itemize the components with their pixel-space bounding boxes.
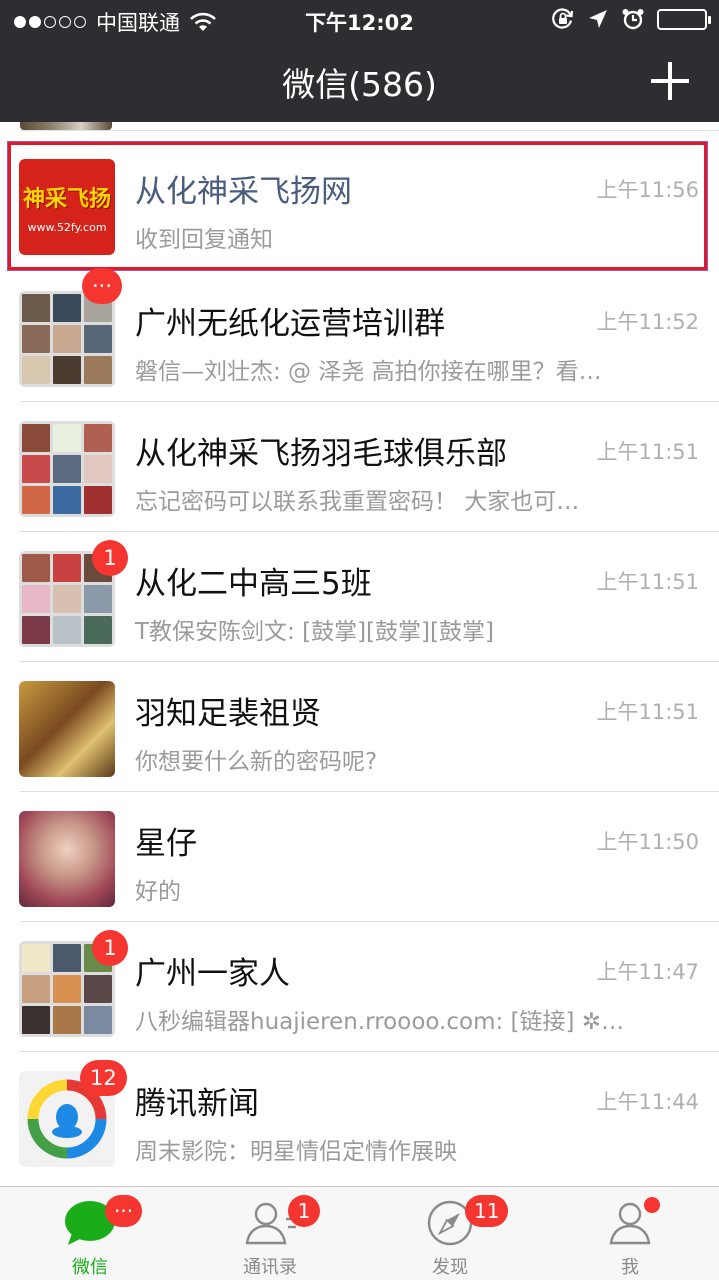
rotation-lock-icon: [552, 8, 574, 29]
chat-row[interactable]: 从化神采飞扬羽毛球俱乐部 忘记密码可以联系我重置密码！ 大家也可… 上午11:5…: [0, 402, 719, 532]
tab-label: 微信: [72, 1257, 108, 1278]
chat-preview: 你想要什么新的密码呢?: [135, 749, 378, 775]
location-icon: [589, 10, 607, 28]
unread-badge: 1: [92, 930, 128, 966]
chat-name: 从化神采飞扬羽毛球俱乐部: [135, 436, 507, 472]
tab-label: 通讯录: [243, 1257, 297, 1278]
unread-badge: ···: [82, 268, 123, 304]
chat-preview: 磐信—刘壮杰: @ 泽尧 高拍你接在哪里？看…: [135, 359, 602, 385]
page-title: 微信(586): [282, 65, 437, 104]
chat-avatar: [19, 811, 115, 907]
tab-badge: 11: [465, 1195, 509, 1227]
tab-badge: 1: [288, 1195, 320, 1227]
nav-bar: 微信(586): [0, 40, 719, 122]
chat-time: 上午11:51: [596, 700, 699, 724]
tab-contacts[interactable]: 1 通讯录: [180, 1187, 360, 1280]
chat-preview: 八秒编辑器huajieren.rroooo.com: [链接] ✲…: [135, 1009, 625, 1035]
status-right: [551, 7, 711, 31]
chat-name: 腾讯新闻: [135, 1086, 259, 1122]
add-plus-icon[interactable]: [651, 62, 689, 100]
status-bar: 中国联通 下午12:02: [0, 0, 719, 40]
chat-avatar: [19, 681, 115, 777]
tab-discover[interactable]: 11 发现: [360, 1187, 540, 1280]
chat-preview: 好的: [135, 879, 181, 905]
chat-name: 广州无纸化运营培训群: [135, 306, 445, 342]
chat-time: 上午11:52: [596, 310, 699, 334]
previous-avatar-peek: [20, 122, 112, 130]
chat-name: 从化二中高三5班: [135, 566, 372, 602]
tab-label: 发现: [432, 1257, 468, 1278]
alarm-icon: [622, 9, 644, 30]
chat-preview: 忘记密码可以联系我重置密码！ 大家也可…: [135, 489, 580, 515]
unread-badge: 1: [92, 540, 128, 576]
chat-row[interactable]: ··· 广州无纸化运营培训群 磐信—刘壮杰: @ 泽尧 高拍你接在哪里？看… 上…: [0, 268, 719, 402]
tab-bar: ··· 微信 1 通讯录 11 发现 我: [0, 1186, 719, 1280]
group-avatar: [19, 291, 115, 387]
tab-label: 我: [621, 1257, 639, 1278]
unread-badge: 12: [80, 1060, 127, 1096]
chat-name: 广州一家人: [135, 956, 290, 992]
chat-name: 星仔: [135, 826, 197, 862]
chat-time: 上午11:50: [596, 830, 699, 854]
chat-time: 上午11:47: [596, 960, 699, 984]
group-avatar: [19, 421, 115, 517]
chat-row[interactable]: 1 广州一家人 八秒编辑器huajieren.rroooo.com: [链接] …: [0, 922, 719, 1052]
tab-badge: ···: [105, 1195, 143, 1227]
chat-preview: T教保安陈剑文: [鼓掌][鼓掌][鼓掌]: [135, 619, 494, 645]
tab-chats[interactable]: ··· 微信: [0, 1187, 180, 1280]
chat-row[interactable]: 12 腾讯新闻 周末影院：明星情侣定情作展映 上午11:44: [0, 1052, 719, 1182]
chat-preview: 周末影院：明星情侣定情作展映: [135, 1139, 457, 1165]
tab-me[interactable]: 我: [540, 1187, 719, 1280]
chat-row[interactable]: 星仔 好的 上午11:50: [0, 792, 719, 922]
divider: [20, 130, 719, 131]
chat-name: 羽知足裴祖贤: [135, 696, 321, 732]
chat-time: 上午11:51: [596, 570, 699, 594]
chat-row[interactable]: 羽知足裴祖贤 你想要什么新的密码呢? 上午11:51: [0, 662, 719, 792]
chat-time: 上午11:51: [596, 440, 699, 464]
tab-red-dot: [644, 1197, 660, 1213]
chat-list[interactable]: 神采飞扬 www.52fy.com 从化神采飞扬网 收到回复通知 上午11:56…: [0, 122, 719, 1186]
chat-time: 上午11:44: [596, 1090, 699, 1114]
battery-icon: [657, 8, 711, 30]
chat-row[interactable]: 1 从化二中高三5班 T教保安陈剑文: [鼓掌][鼓掌][鼓掌] 上午11:51: [0, 532, 719, 662]
highlight-box: [8, 142, 707, 270]
